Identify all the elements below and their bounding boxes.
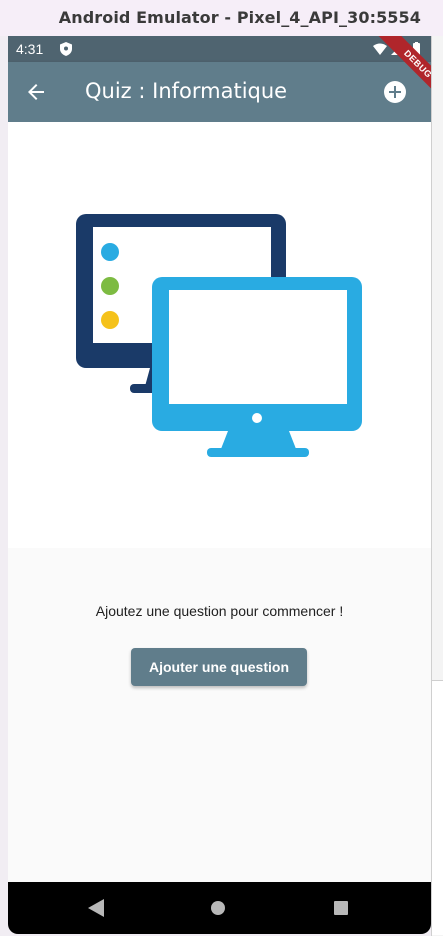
arrow-back-icon[interactable] <box>24 80 48 104</box>
add-circle-icon[interactable] <box>383 80 407 104</box>
light-monitor-screen <box>169 290 347 404</box>
page-title: Quiz : Informatique <box>85 79 288 103</box>
dot-yellow <box>101 311 119 329</box>
app-bar: Quiz : Informatique <box>8 62 431 122</box>
hero-illustration <box>8 122 431 548</box>
navigation-bar <box>8 882 431 934</box>
cell-signal-icon <box>391 43 403 55</box>
signal-battery-icons <box>373 42 420 55</box>
empty-state-message: Ajoutez une question pour commencer ! <box>95 603 344 619</box>
light-monitor <box>152 277 362 457</box>
nav-back-icon[interactable] <box>88 899 104 917</box>
computer-monitors-icon <box>76 214 362 457</box>
window-edge <box>431 36 443 936</box>
add-question-button[interactable]: Ajouter une question <box>131 648 307 686</box>
window-title: Android Emulator - Pixel_4_API_30:5554 <box>58 8 421 27</box>
nav-home-icon[interactable] <box>211 901 225 915</box>
dot-green <box>101 277 119 295</box>
light-monitor-base <box>207 448 309 457</box>
battery-icon <box>413 43 420 55</box>
shield-icon <box>60 42 72 56</box>
phone-screen: 4:31 Quiz : Informatique DEBUG Ajoutez u… <box>8 36 431 934</box>
status-bar: 4:31 <box>8 36 431 62</box>
window-titlebar: Android Emulator - Pixel_4_API_30:5554 <box>0 0 443 36</box>
dot-blue <box>101 243 119 261</box>
light-monitor-power <box>252 413 262 423</box>
window-edge-panel <box>432 680 443 935</box>
wifi-icon <box>373 43 387 55</box>
nav-recents-icon[interactable] <box>334 901 348 915</box>
status-time: 4:31 <box>16 41 44 57</box>
